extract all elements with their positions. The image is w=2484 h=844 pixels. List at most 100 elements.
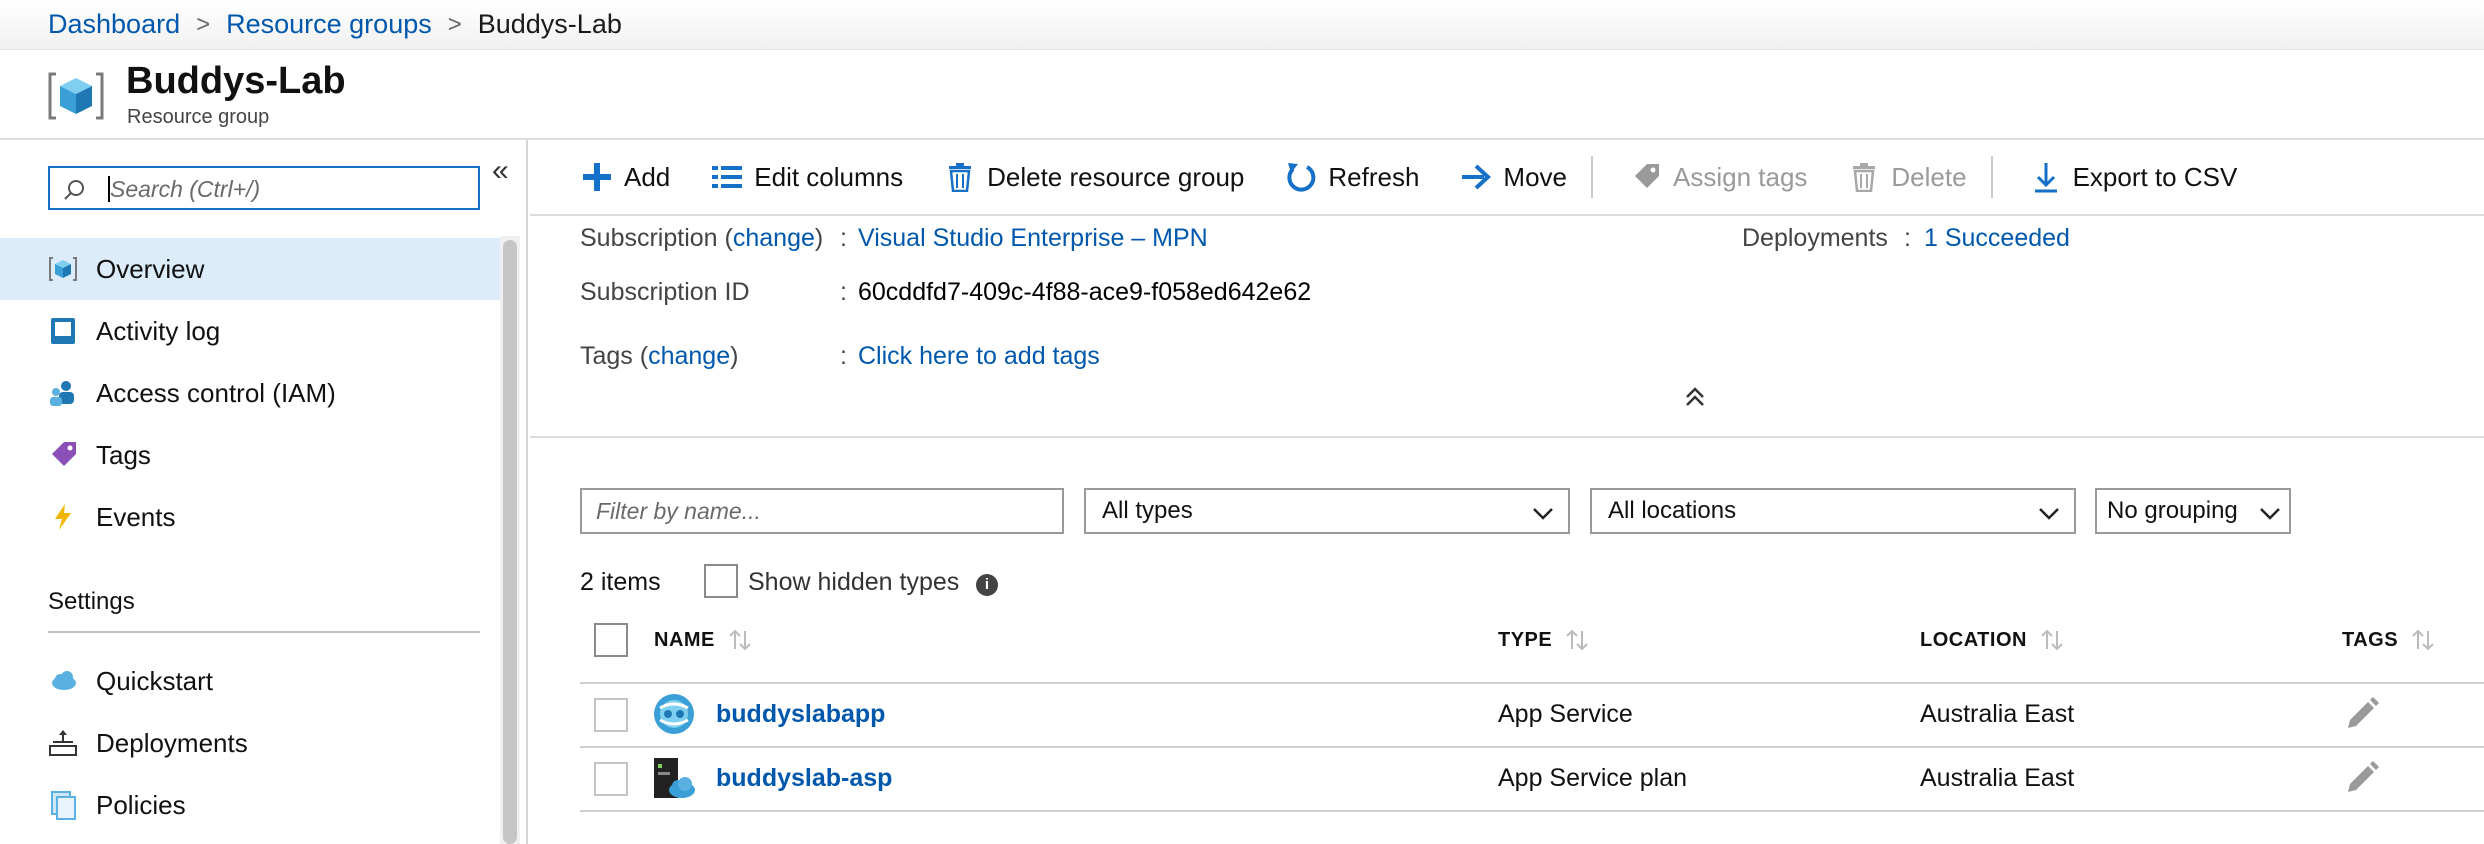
subscription-id-value: 60cddfd7-409c-4f88-ace9-f058ed642e62 [858,278,1312,306]
grouping-dropdown[interactable]: No grouping [2095,488,2291,534]
plus-icon [580,160,614,194]
sidebar-item-quickstart[interactable]: Quickstart [0,650,500,712]
column-header-type[interactable]: TYPE [1498,628,1590,652]
colon: : [1904,224,1911,252]
resource-name-link[interactable]: buddyslab-asp [716,764,892,793]
column-header-name[interactable]: NAME [654,628,753,652]
assign-tags-button[interactable]: Assign tags [1629,160,1807,194]
filter-by-name[interactable] [580,488,1064,534]
sidebar-item-label: Tags [96,439,151,470]
column-header-tags[interactable]: TAGS [2342,628,2436,652]
sidebar-search[interactable] [48,166,480,210]
chevron-down-icon [2039,508,2059,520]
sidebar-item-label: Access control (IAM) [96,377,336,408]
add-label: Add [624,161,671,192]
resource-location: Australia East [1920,700,2075,728]
trash-icon [1847,160,1881,194]
colon: : [840,224,847,252]
sidebar-item-events[interactable]: Events [0,486,500,548]
subscription-label: Subscription (change) [580,224,824,252]
table-divider [580,746,2484,748]
columns-icon [710,160,744,194]
sidebar-item-label: Policies [96,789,186,820]
add-button[interactable]: Add [580,160,670,194]
page-title: Buddys-Lab [126,60,346,102]
tag-icon [46,438,80,472]
app-service-icon [654,694,694,734]
move-button[interactable]: Move [1459,160,1567,194]
table-divider [580,682,2484,684]
trash-icon [943,160,977,194]
sidebar-item-activity-log[interactable]: Activity log [0,300,500,362]
row-checkbox[interactable] [594,762,628,796]
locations-dropdown-value: All locations [1608,497,1737,524]
breadcrumb-separator: > [447,10,462,38]
deployments-value-link[interactable]: 1 Succeeded [1924,224,2070,253]
colon: : [840,278,847,306]
sidebar-scrollbar-thumb[interactable] [503,240,517,844]
grouping-dropdown-value: No grouping [2107,497,2238,524]
edit-tags-icon[interactable] [2344,694,2380,730]
sidebar-item-tags[interactable]: Tags [0,424,500,486]
table-divider [580,810,2484,812]
edit-columns-label: Edit columns [754,161,904,192]
search-icon [64,180,84,200]
resource-name-link[interactable]: buddyslabapp [716,700,885,729]
sidebar-item-iam[interactable]: Access control (IAM) [0,362,500,424]
lightning-icon [46,500,80,534]
edit-columns-button[interactable]: Edit columns [710,160,903,194]
export-csv-button[interactable]: Export to CSV [2029,160,2238,194]
chevron-down-icon [1533,508,1553,520]
main-content: Add Edit columns Delete resource group R… [530,140,2484,844]
arrow-right-icon [1459,160,1493,194]
column-header-location[interactable]: LOCATION [1920,628,2065,652]
row-checkbox[interactable] [594,698,628,732]
sidebar-item-label: Activity log [96,315,221,346]
locations-dropdown[interactable]: All locations [1590,488,2076,534]
policies-icon [46,788,80,822]
sort-icon [2041,629,2063,651]
change-subscription-link[interactable]: change [733,224,815,252]
tag-icon [1629,160,1663,194]
select-all-checkbox[interactable] [594,623,628,657]
export-csv-label: Export to CSV [2072,161,2238,192]
show-hidden-types-checkbox[interactable] [704,564,738,598]
sidebar-item-overview[interactable]: Overview [0,238,500,300]
sidebar-item-label: Deployments [96,727,248,758]
sort-icon [729,629,751,651]
change-tags-link[interactable]: change [648,342,730,370]
deployments-icon [46,726,80,760]
add-tags-link[interactable]: Click here to add tags [858,342,1100,371]
app-service-plan-icon [654,758,695,798]
refresh-icon [1284,160,1318,194]
refresh-label: Refresh [1328,161,1420,192]
show-hidden-types-label[interactable]: Show hidden types [748,568,959,597]
resource-type: App Service plan [1498,764,1688,792]
sidebar-item-policies[interactable]: Policies [0,774,500,836]
section-divider [48,631,480,633]
breadcrumb-dashboard[interactable]: Dashboard [48,9,180,40]
filter-by-name-input[interactable] [582,490,1062,532]
sidebar-item-label: Events [96,501,176,532]
subscription-value-link[interactable]: Visual Studio Enterprise – MPN [858,224,1208,253]
sidebar-item-deployments[interactable]: Deployments [0,712,500,774]
delete-resource-group-button[interactable]: Delete resource group [943,160,1244,194]
collapse-sidebar-icon[interactable]: « [492,154,509,188]
toolbar-divider [1990,156,1993,198]
deployments-label: Deployments [1742,224,1888,252]
delete-button[interactable]: Delete [1847,160,1967,194]
toolbar-divider [1591,156,1593,198]
resource-type: App Service [1498,700,1633,728]
search-input[interactable] [110,172,470,206]
assign-tags-label: Assign tags [1673,161,1808,192]
breadcrumb-separator: > [196,10,211,38]
edit-tags-icon[interactable] [2344,758,2380,794]
refresh-button[interactable]: Refresh [1284,160,1419,194]
info-icon[interactable]: i [976,574,998,596]
types-dropdown[interactable]: All types [1084,488,1570,534]
breadcrumb-resource-groups[interactable]: Resource groups [226,9,432,40]
download-icon [2029,160,2063,194]
page-subtitle: Resource group [127,106,270,128]
collapse-essentials-icon[interactable] [1682,384,1708,410]
move-label: Move [1503,161,1567,192]
